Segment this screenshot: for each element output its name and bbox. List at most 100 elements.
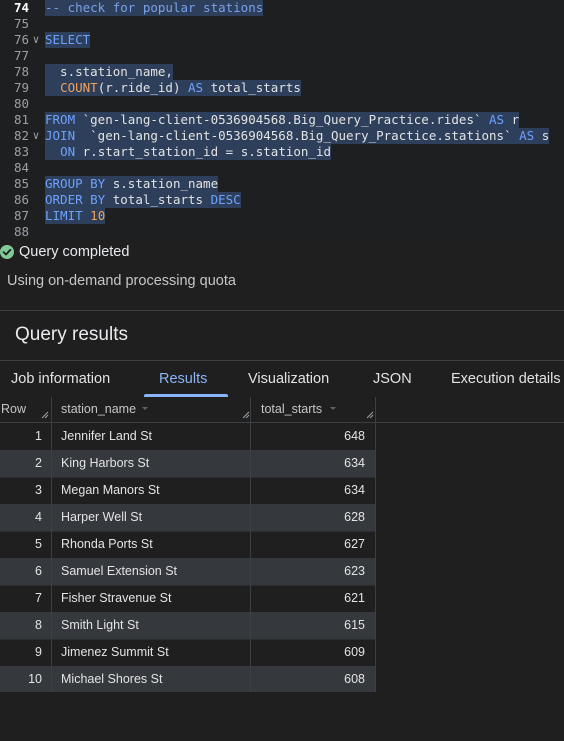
table-row[interactable]: 2 King Harbors St 634: [0, 450, 376, 478]
tab-job-information[interactable]: Job information: [11, 361, 110, 397]
total-starts-cell: 608: [344, 672, 365, 686]
code-token: r: [504, 112, 520, 127]
line-number: 83: [13, 144, 29, 159]
line-number: 81: [13, 112, 29, 127]
code-line[interactable]: 76 ∨ SELECT: [0, 32, 564, 48]
code-line[interactable]: 77: [0, 48, 564, 64]
column-resize-icon[interactable]: [242, 411, 250, 419]
results-tabs: Job information Results Visualization JS…: [0, 360, 564, 398]
total-starts-cell: 615: [344, 618, 365, 632]
table-row[interactable]: 9 Jimenez Summit St 609: [0, 639, 376, 667]
code-token: SELECT: [45, 32, 91, 47]
code-line[interactable]: 80: [0, 96, 564, 112]
line-number: 88: [13, 224, 29, 238]
sort-arrow-icon[interactable]: [328, 403, 338, 413]
code-line[interactable]: 86 ORDER BY total_starts DESC: [0, 192, 564, 208]
code-text: ON r.start_station_id = s.station_id: [45, 144, 331, 160]
results-footer-area: [0, 692, 564, 741]
code-token: AS: [519, 128, 535, 143]
table-row[interactable]: 10 Michael Shores St 608: [0, 666, 376, 694]
station-name-cell: Jimenez Summit St: [61, 645, 169, 659]
station-name-cell: Jennifer Land St: [61, 429, 153, 443]
table-row[interactable]: 6 Samuel Extension St 623: [0, 558, 376, 586]
column-header-total-starts[interactable]: total_starts: [261, 397, 322, 422]
line-number: 77: [13, 48, 29, 63]
code-line[interactable]: 75: [0, 16, 564, 32]
code-token: ORDER BY: [45, 192, 106, 207]
total-starts-cell: 621: [344, 591, 365, 605]
code-token: AS: [489, 112, 505, 127]
quota-text: Using on-demand processing quota: [7, 273, 236, 289]
row-number-cell: 5: [35, 537, 42, 551]
code-text: ORDER BY total_starts DESC: [45, 192, 241, 208]
fold-chevron-icon[interactable]: ∨: [30, 32, 42, 48]
code-text: -- check for popular stations: [45, 0, 264, 16]
code-text: JOIN `gen-lang-client-0536904568.Big_Que…: [45, 128, 550, 144]
column-divider: [250, 397, 251, 692]
code-token: (r.ride_id): [97, 80, 189, 95]
code-line[interactable]: 85 GROUP BY s.station_name: [0, 176, 564, 192]
total-starts-cell: 634: [344, 483, 365, 497]
code-line[interactable]: 82 ∨ JOIN `gen-lang-client-0536904568.Big_…: [0, 128, 564, 144]
line-number: 79: [13, 80, 29, 95]
sql-editor[interactable]: 74 -- check for popular stations 75 76 ∨ SELE…: [0, 0, 564, 238]
column-divider: [375, 397, 376, 692]
code-token: COUNT: [60, 80, 98, 95]
station-name-cell: Rhonda Ports St: [61, 537, 153, 551]
sort-arrow-icon[interactable]: [140, 403, 150, 413]
table-row[interactable]: 4 Harper Well St 628: [0, 504, 376, 532]
code-token: `gen-lang-client-0536904568.Big_Query_Pr…: [75, 128, 520, 143]
code-line[interactable]: 79 COUNT(r.ride_id) AS total_starts: [0, 80, 564, 96]
row-number-cell: 3: [35, 483, 42, 497]
code-line[interactable]: 74 -- check for popular stations: [0, 0, 564, 16]
code-token: `gen-lang-client-0536904568.Big_Query_Pr…: [75, 112, 490, 127]
fold-chevron-icon[interactable]: ∨: [30, 128, 42, 144]
table-row[interactable]: 1 Jennifer Land St 648: [0, 423, 376, 451]
query-status: Query completed: [0, 242, 129, 262]
code-token: s.station_name: [105, 176, 219, 191]
code-text: FROM `gen-lang-client-0536904568.Big_Que…: [45, 112, 520, 128]
code-token: AS: [188, 80, 204, 95]
tab-visualization[interactable]: Visualization: [248, 361, 329, 397]
code-token: s.station_name,: [45, 64, 173, 79]
row-number-cell: 10: [28, 672, 42, 686]
row-number-cell: 9: [35, 645, 42, 659]
line-number: 85: [13, 176, 29, 191]
code-token: ON: [60, 144, 76, 159]
table-row[interactable]: 8 Smith Light St 615: [0, 612, 376, 640]
code-token: JOIN: [45, 128, 76, 143]
row-number-cell: 2: [35, 456, 42, 470]
code-line[interactable]: 81 FROM `gen-lang-client-0536904568.Big_Q…: [0, 112, 564, 128]
column-header-station-name[interactable]: station_name: [61, 397, 136, 422]
tab-execution-details[interactable]: Execution details: [451, 361, 561, 397]
row-number-cell: 7: [35, 591, 42, 605]
table-row[interactable]: 3 Megan Manors St 634: [0, 477, 376, 505]
code-line[interactable]: 84: [0, 160, 564, 176]
code-line[interactable]: 88: [0, 224, 564, 238]
code-line[interactable]: 87 LIMIT 10: [0, 208, 564, 224]
code-token: r.start_station_id = s.station_id: [75, 144, 331, 159]
code-token: total_starts: [105, 192, 211, 207]
row-number-cell: 8: [35, 618, 42, 632]
column-resize-icon[interactable]: [41, 411, 49, 419]
line-number: 74: [13, 0, 29, 15]
column-resize-icon[interactable]: [366, 411, 374, 419]
code-line[interactable]: 78 s.station_name,: [0, 64, 564, 80]
station-name-cell: Smith Light St: [61, 618, 139, 632]
code-line[interactable]: 83 ON r.start_station_id = s.station_id: [0, 144, 564, 160]
table-row[interactable]: 5 Rhonda Ports St 627: [0, 531, 376, 559]
line-number: 76: [13, 32, 29, 47]
line-number: 84: [13, 160, 29, 175]
total-starts-cell: 627: [344, 537, 365, 551]
column-divider: [51, 397, 52, 692]
line-number: 86: [13, 192, 29, 207]
code-text: GROUP BY s.station_name: [45, 176, 219, 192]
tab-results[interactable]: Results: [159, 361, 207, 397]
line-number: 80: [13, 96, 29, 111]
total-starts-cell: 634: [344, 456, 365, 470]
table-row[interactable]: 7 Fisher Stravenue St 621: [0, 585, 376, 613]
station-name-cell: King Harbors St: [61, 456, 150, 470]
tab-json[interactable]: JSON: [373, 361, 412, 397]
